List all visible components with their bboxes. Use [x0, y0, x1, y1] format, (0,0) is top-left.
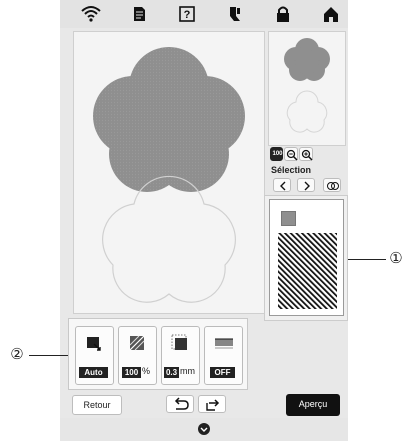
undo-button[interactable] — [166, 395, 194, 413]
bottom-strip — [60, 418, 348, 441]
flower-filled[interactable] — [93, 47, 245, 192]
fill-pattern-preview — [278, 233, 337, 309]
wifi-icon[interactable] — [80, 4, 102, 24]
document-icon[interactable] — [128, 4, 150, 24]
thumbnail-panel — [268, 31, 346, 146]
underlay-value: OFF — [210, 367, 235, 378]
underlay-stitch-icon — [215, 338, 233, 349]
zoom-badge-label: 100 — [272, 151, 283, 157]
multi-select-button[interactable] — [323, 178, 341, 192]
callout-one-line — [348, 259, 386, 260]
density-unit: % — [142, 366, 151, 376]
distance-unit: mm — [180, 366, 195, 376]
undo-icon — [174, 397, 189, 410]
density-icon — [129, 335, 145, 351]
auto-setting-button[interactable]: Auto — [75, 326, 114, 385]
callout-two-line — [29, 355, 68, 356]
lock-icon[interactable] — [272, 4, 294, 24]
svg-text:?: ? — [184, 9, 191, 21]
distance-value: 0.3 — [164, 367, 179, 378]
arrow-left-icon — [280, 181, 286, 191]
top-bar: ? — [60, 0, 348, 28]
callout-two: ② — [10, 346, 24, 363]
thread-icon[interactable] — [224, 4, 246, 24]
redo-icon — [206, 399, 220, 411]
settings-icon[interactable] — [197, 422, 211, 436]
design-canvas[interactable] — [73, 31, 265, 314]
help-icon[interactable]: ? — [176, 4, 198, 24]
preview-button[interactable]: Aperçu — [286, 394, 340, 416]
zoom-in-button[interactable] — [299, 147, 313, 161]
zoom-out-button[interactable] — [284, 147, 298, 161]
back-button-label: Retour — [83, 400, 111, 410]
home-icon[interactable] — [320, 4, 342, 24]
preview-button-label: Aperçu — [298, 399, 328, 409]
previous-selection-button[interactable] — [273, 178, 291, 192]
density-value: 100 — [122, 367, 141, 378]
fill-style-selector[interactable] — [269, 199, 344, 316]
underlay-setting-button[interactable]: OFF — [204, 326, 243, 385]
zoom-out-icon — [286, 149, 298, 161]
zoom-in-icon — [301, 149, 313, 161]
selection-label: Sélection — [271, 165, 312, 175]
outline-distance-icon — [171, 334, 187, 350]
stitch-direction-icon — [87, 337, 101, 351]
thumbnail-preview — [284, 38, 330, 133]
flower-outline[interactable] — [102, 175, 236, 303]
next-selection-button[interactable] — [297, 178, 315, 192]
multi-select-icon — [327, 182, 339, 190]
arrow-right-icon — [304, 181, 310, 191]
thumbnail-filled-shape — [284, 38, 330, 81]
auto-value: Auto — [79, 367, 108, 378]
density-setting-button[interactable]: 100 % — [118, 326, 157, 385]
zoom-100-button[interactable]: 100 — [270, 147, 283, 161]
flower-shapes — [93, 47, 245, 303]
thumbnail-outline-shape — [286, 90, 328, 133]
stitch-settings-toolbox: Auto 100 % 0.3 mm OFF — [68, 318, 248, 390]
redo-button[interactable] — [198, 395, 226, 413]
fill-color-swatch[interactable] — [281, 211, 296, 226]
callout-one: ① — [389, 250, 403, 267]
distance-setting-button[interactable]: 0.3 mm — [161, 326, 200, 385]
back-button[interactable]: Retour — [72, 395, 122, 415]
